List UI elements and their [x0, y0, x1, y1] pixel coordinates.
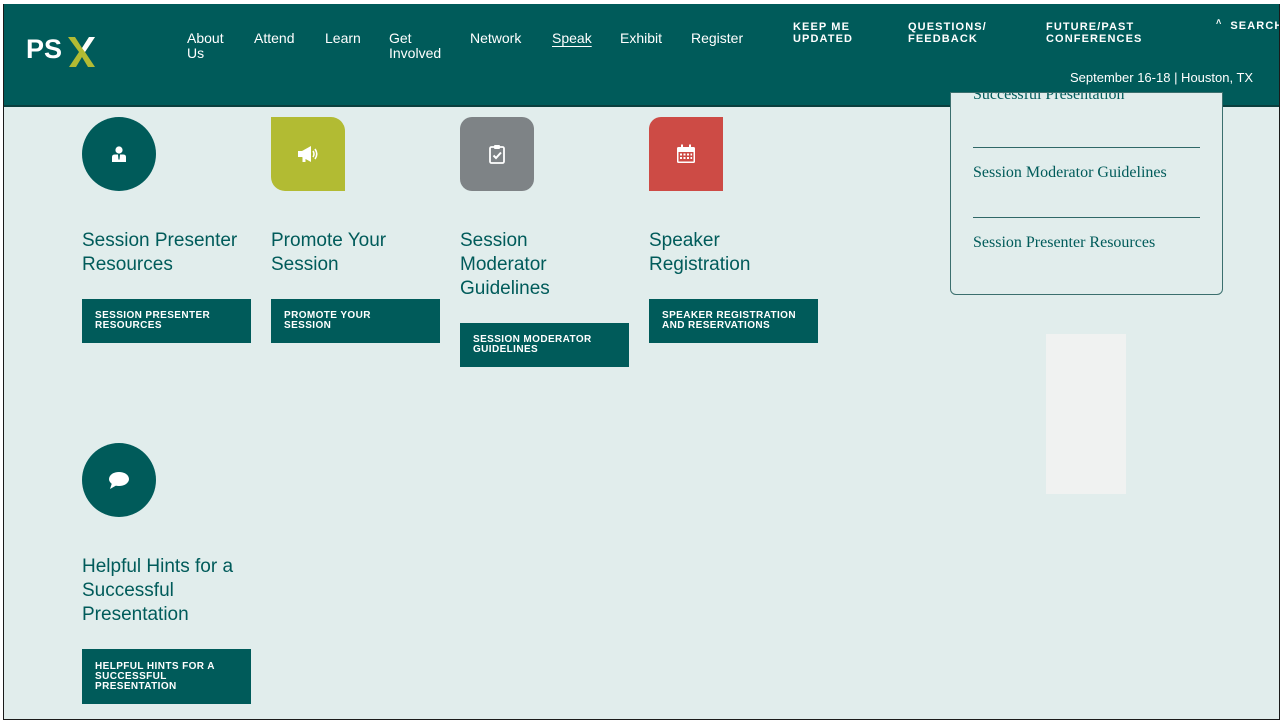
card-session-presenter-resources: Session Presenter Resources SESSION PRES… — [82, 117, 257, 343]
session-moderator-guidelines-button[interactable]: SESSION MODERATOR GUIDELINES — [460, 323, 629, 367]
sidebar-divider — [973, 147, 1200, 148]
card-promote-your-session: Promote Your Session PROMOTE YOUR SESSION — [271, 117, 446, 343]
session-presenter-resources-button[interactable]: SESSION PRESENTER RESOURCES — [82, 299, 251, 343]
nav-learn[interactable]: Learn — [325, 31, 361, 46]
speak-sidebar-menu: Successful Presentation Session Moderato… — [950, 92, 1223, 295]
card-title: Speaker Registration — [649, 230, 751, 275]
card-title: Helpful Hints for a Successful Presentat… — [82, 556, 234, 625]
nav-attend[interactable]: Attend — [254, 31, 294, 46]
presenter-icon — [112, 146, 126, 162]
chat-tile[interactable] — [82, 443, 156, 517]
card-title: Session Presenter Resources — [82, 230, 238, 275]
card-speaker-registration: Speaker Registration SPEAKER REGISTRATIO… — [649, 117, 818, 343]
clipboard-check-icon — [489, 145, 505, 164]
helpful-hints-button[interactable]: HELPFUL HINTS FOR A SUCCESSFUL PRESENTATIO… — [82, 649, 251, 704]
megaphone-tile[interactable] — [271, 117, 345, 191]
chat-bubble-icon — [109, 472, 129, 489]
event-date-location: September 16-18 | Houston, TX — [1070, 70, 1254, 85]
speaker-registration-button[interactable]: SPEAKER REGISTRATION AND RESERVATIONS — [649, 299, 818, 343]
promote-your-session-button[interactable]: PROMOTE YOUR SESSION — [271, 299, 440, 343]
nav-register[interactable]: Register — [691, 31, 743, 46]
svg-text:PS: PS — [26, 34, 62, 64]
megaphone-icon — [298, 146, 318, 162]
search-button[interactable]: ˄ SEARCH — [1216, 17, 1279, 32]
presenter-tile[interactable] — [82, 117, 156, 191]
sidebar-link-session-moderator-guidelines[interactable]: Session Moderator Guidelines — [973, 163, 1200, 183]
questions-feedback-link[interactable]: QUESTIONS/FEEDBACK — [908, 21, 987, 45]
nav-about-us[interactable]: About Us — [187, 31, 224, 61]
caret-up-icon: ˄ — [1216, 17, 1223, 27]
nav-network[interactable]: Network — [470, 31, 521, 46]
card-helpful-hints: Helpful Hints for a Successful Presentat… — [82, 443, 257, 704]
card-session-moderator-guidelines: Session Moderator Guidelines SESSION MOD… — [460, 117, 629, 367]
calendar-icon — [677, 144, 695, 163]
sidebar-divider — [973, 217, 1200, 218]
calendar-tile[interactable] — [649, 117, 723, 191]
future-past-conferences-link[interactable]: FUTURE/PAST CONFERENCES — [1046, 21, 1142, 45]
card-title: Session Moderator Guidelines — [460, 230, 550, 299]
clipboard-tile[interactable] — [460, 117, 534, 191]
psx-logo[interactable]: PS — [26, 28, 96, 68]
sidebar-link-successful-presentation[interactable]: Successful Presentation — [973, 93, 1200, 105]
card-title: Promote Your Session — [271, 230, 387, 275]
nav-exhibit[interactable]: Exhibit — [620, 31, 662, 46]
nav-get-involved[interactable]: Get Involved — [389, 31, 441, 61]
nav-speak[interactable]: Speak — [552, 31, 592, 46]
keep-me-updated-link[interactable]: KEEP ME UPDATED — [793, 21, 853, 45]
page-frame: PS About Us Attend Learn Get Involved Netw… — [3, 4, 1280, 720]
sidebar-link-session-presenter-resources[interactable]: Session Presenter Resources — [973, 233, 1200, 253]
ad-placeholder — [1046, 334, 1126, 494]
